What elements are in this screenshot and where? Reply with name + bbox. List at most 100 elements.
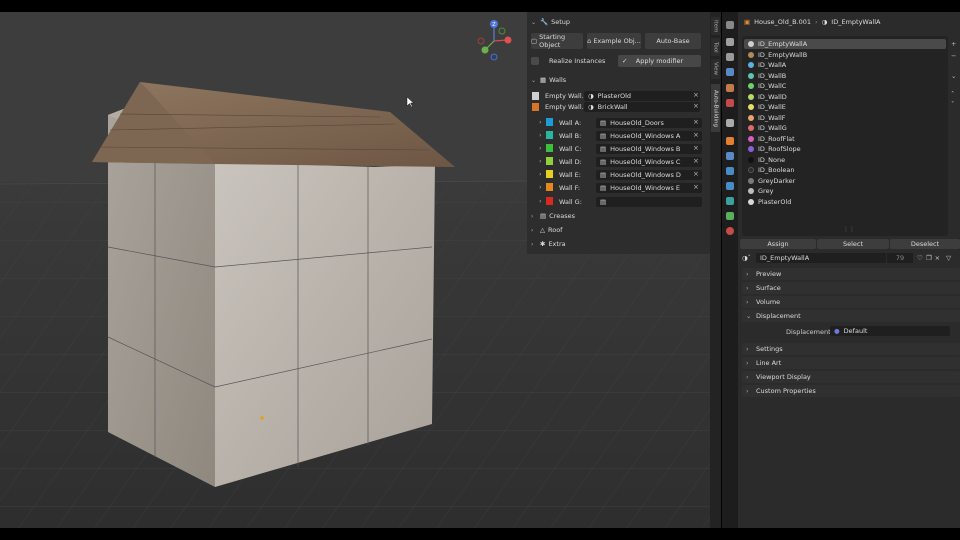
view-layer-icon[interactable] <box>726 68 734 76</box>
list-item[interactable]: ID_WallF <box>744 113 946 123</box>
clear-icon[interactable]: × <box>693 183 699 191</box>
list-item[interactable]: PlasterOld <box>744 197 946 207</box>
list-item[interactable]: ID_WallA <box>744 60 946 70</box>
material-browse-icon[interactable]: ◑ˇ <box>742 254 756 262</box>
user-count[interactable]: 79 <box>887 252 913 263</box>
wall-collection-field[interactable]: ▤ HouseOld_Doors <box>596 118 702 128</box>
list-item[interactable]: ID_RoofSlope <box>744 144 946 154</box>
assign-button[interactable]: Assign <box>740 239 816 249</box>
displacement-section[interactable]: ⌄ Displacement <box>742 310 960 322</box>
slot-menu-icon[interactable]: ⌄ <box>951 72 956 80</box>
material-icon[interactable] <box>726 227 734 235</box>
chevron-right-icon[interactable]: › <box>539 118 542 126</box>
select-button[interactable]: Select <box>817 239 889 249</box>
add-slot-icon[interactable]: + <box>951 40 956 48</box>
tab-tool[interactable]: Tool <box>711 38 720 56</box>
clear-icon[interactable]: × <box>693 170 699 178</box>
list-item[interactable]: Grey <box>744 186 946 196</box>
custom-properties-section[interactable]: › Custom Properties <box>742 385 960 397</box>
chevron-right-icon[interactable]: › <box>539 170 542 178</box>
object-icon[interactable] <box>726 137 734 145</box>
clear-icon[interactable]: × <box>693 131 699 139</box>
clear-icon[interactable]: × <box>693 157 699 165</box>
tool-icon[interactable] <box>726 21 734 29</box>
output-icon[interactable] <box>726 53 734 61</box>
object-data-icon[interactable] <box>726 212 734 220</box>
list-item[interactable]: ID_RoofFlat <box>744 134 946 144</box>
extra-header[interactable]: › ✱ Extra <box>531 238 566 250</box>
wall-row[interactable]: › Wall C: ▤ HouseOld_Windows B × <box>527 143 710 155</box>
list-item[interactable]: ID_EmptyWallA <box>744 39 946 49</box>
unlink-icon[interactable]: × <box>935 254 940 262</box>
move-down-icon[interactable]: ˅ <box>951 100 954 108</box>
starting-object-button[interactable]: ▢ Starting Object <box>531 33 583 49</box>
scene-icon[interactable] <box>726 84 734 92</box>
chevron-right-icon[interactable]: › <box>539 157 542 165</box>
empty-wall-1-field[interactable]: ◑ PlasterOld <box>584 91 700 101</box>
physics-icon[interactable] <box>726 182 734 190</box>
empty-wall-2-field[interactable]: ◑ BrickWall <box>584 102 700 112</box>
example-obj-button[interactable]: ⌂ Example Obj... <box>587 33 641 49</box>
wall-collection-field[interactable]: ▤ HouseOld_Windows E <box>596 183 702 193</box>
wall-row[interactable]: › Wall D: ▤ HouseOld_Windows C × <box>527 156 710 168</box>
surface-section[interactable]: › Surface <box>742 282 960 294</box>
navigation-gizmo[interactable]: Z <box>474 18 518 62</box>
setup-header[interactable]: ⌄ 🔧 Setup <box>531 16 570 28</box>
gizmo-y-icon[interactable] <box>481 46 489 54</box>
wall-row[interactable]: › Wall A: ▤ HouseOld_Doors × <box>527 117 710 129</box>
line-art-section[interactable]: › Line Art <box>742 357 960 369</box>
realize-instances-checkbox[interactable] <box>531 57 539 65</box>
displacement-input[interactable]: ● Default <box>830 326 950 336</box>
clear-icon[interactable]: × <box>693 118 699 126</box>
creases-header[interactable]: › ▤ Creases <box>531 210 575 222</box>
collection-icon[interactable] <box>726 119 734 127</box>
wall-row[interactable]: › Wall G: ▤ <box>527 196 710 208</box>
list-item[interactable]: ID_None <box>744 155 946 165</box>
list-item[interactable]: ID_WallG <box>744 123 946 133</box>
modifier-wrench-icon[interactable] <box>726 152 734 160</box>
preview-section[interactable]: › Preview <box>742 268 960 280</box>
tab-view[interactable]: View <box>711 59 720 79</box>
tab-item[interactable]: Item <box>711 17 720 35</box>
settings-section[interactable]: › Settings <box>742 343 960 355</box>
wall-row[interactable]: › Wall F: ▤ HouseOld_Windows E × <box>527 182 710 194</box>
wall-collection-field[interactable]: ▤ <box>596 197 702 207</box>
particles-icon[interactable] <box>726 167 734 175</box>
constraints-icon[interactable] <box>726 197 734 205</box>
chevron-right-icon[interactable]: › <box>539 183 542 191</box>
list-item[interactable]: ID_WallB <box>744 71 946 81</box>
roof-header[interactable]: › △ Roof <box>531 224 562 236</box>
list-item[interactable]: ID_WallE <box>744 102 946 112</box>
list-item[interactable]: ID_EmptyWallB <box>744 50 946 60</box>
wall-row[interactable]: › Wall E: ▤ HouseOld_Windows D × <box>527 169 710 181</box>
resize-handle-icon[interactable]: ⋮⋮ <box>843 226 855 233</box>
viewport-display-section[interactable]: › Viewport Display <box>742 371 960 383</box>
list-item[interactable]: ID_Boolean <box>744 165 946 175</box>
duplicate-icon[interactable]: ❐ <box>926 254 932 262</box>
tab-auto-building[interactable]: Auto-Building <box>711 84 720 132</box>
clear-icon[interactable]: × <box>693 91 699 99</box>
move-up-icon[interactable]: ˄ <box>951 90 954 98</box>
material-name-field[interactable]: ID_EmptyWallA <box>756 252 886 263</box>
filter-icon[interactable]: ▽ <box>946 254 951 262</box>
deselect-button[interactable]: Deselect <box>890 239 960 249</box>
remove-slot-icon[interactable]: − <box>951 52 956 60</box>
list-item[interactable]: GreyDarker <box>744 176 946 186</box>
apply-modifier-toggle[interactable]: ✓ Apply modifier <box>618 55 701 67</box>
volume-section[interactable]: › Volume <box>742 296 960 308</box>
render-icon[interactable] <box>726 38 734 46</box>
chevron-right-icon[interactable]: › <box>539 144 542 152</box>
world-icon[interactable] <box>726 99 734 107</box>
clear-icon[interactable]: × <box>693 102 699 110</box>
list-item[interactable]: ID_WallC <box>744 81 946 91</box>
wall-collection-field[interactable]: ▤ HouseOld_Windows A <box>596 131 702 141</box>
chevron-right-icon[interactable]: › <box>539 197 542 205</box>
auto-base-button[interactable]: Auto-Base <box>645 33 701 49</box>
wall-collection-field[interactable]: ▤ HouseOld_Windows C <box>596 157 702 167</box>
clear-icon[interactable]: × <box>693 144 699 152</box>
chevron-right-icon[interactable]: › <box>539 131 542 139</box>
walls-header[interactable]: ⌄ ▦ Walls <box>531 74 566 86</box>
realize-instances-row[interactable]: Realize Instances <box>531 57 605 65</box>
gizmo-x-icon[interactable] <box>504 36 512 44</box>
wall-collection-field[interactable]: ▤ HouseOld_Windows D <box>596 170 702 180</box>
